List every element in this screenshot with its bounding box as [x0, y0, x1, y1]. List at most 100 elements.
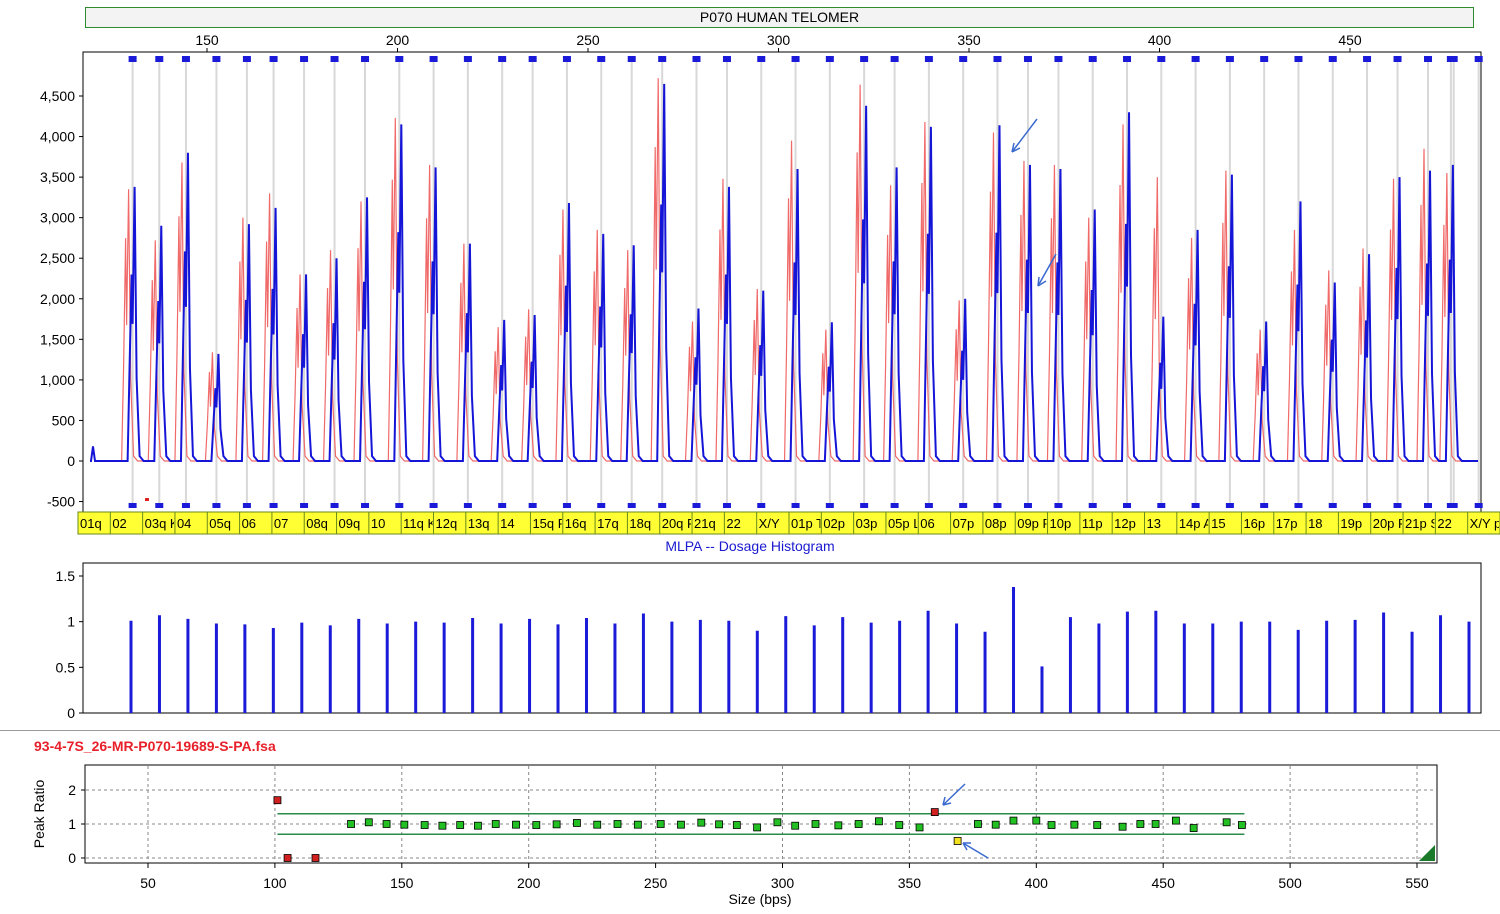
- probe-label: 12p: [1114, 516, 1136, 531]
- probe-marker-bottom: [757, 503, 766, 508]
- ratio-point: [895, 821, 904, 829]
- ratio-point: [677, 820, 685, 829]
- ratio-arrow-2: [962, 842, 989, 859]
- probe-marker-top: [757, 56, 766, 62]
- probe-marker-top: [212, 56, 221, 62]
- probe-label: 21q: [694, 516, 716, 531]
- probe-label: 13: [1147, 516, 1161, 531]
- probe-marker-bottom: [993, 503, 1002, 508]
- probe-marker-bottom: [1424, 503, 1433, 508]
- ratio-x-tick-label: 550: [1405, 875, 1429, 891]
- probe-marker-bottom: [212, 503, 221, 508]
- ratio-point: [656, 820, 665, 828]
- probe-marker-top: [1328, 56, 1337, 62]
- probe-marker-bottom: [1294, 503, 1303, 508]
- ratio-x-tick-label: 200: [517, 875, 541, 891]
- probe-marker-bottom: [890, 503, 899, 508]
- probe-marker-top: [1474, 56, 1483, 62]
- ratio-point: [311, 854, 320, 862]
- ratio-x-tick-label: 350: [898, 875, 922, 891]
- probe-label: 15q F: [532, 516, 565, 531]
- probe-marker-top: [1294, 56, 1303, 62]
- probe-marker-bottom: [1088, 503, 1097, 508]
- probe-marker-top: [1363, 56, 1372, 62]
- ratio-point: [930, 808, 939, 816]
- ratio-point: [1009, 816, 1018, 825]
- probe-label: 20q F: [662, 516, 695, 531]
- probe-marker-bottom: [692, 503, 701, 508]
- probe-marker-top: [993, 56, 1002, 62]
- probe-marker-bottom: [300, 503, 309, 508]
- x-tick-labels: 150 200 250 300 350 400 450: [195, 32, 1362, 52]
- probe-label: 13q: [468, 516, 490, 531]
- probe-marker-top: [1260, 56, 1269, 62]
- x-tick-label: 250: [576, 32, 600, 48]
- probe-marker-top: [1023, 56, 1032, 62]
- probe-marker-bottom: [1123, 503, 1132, 508]
- ratio-point: [991, 820, 1000, 829]
- y-tick-label: 2,500: [40, 250, 75, 266]
- probe-marker-bottom: [1474, 503, 1483, 508]
- ratio-y-tick-labels: 0 1 2: [68, 782, 85, 866]
- probe-label: 17p: [1276, 516, 1298, 531]
- probe-marker-top: [242, 56, 251, 62]
- probe-label: 09q: [339, 516, 361, 531]
- ratio-point: [633, 820, 642, 829]
- probe-marker-top: [181, 56, 190, 62]
- probe-marker-bottom: [1260, 503, 1269, 508]
- y-axis-label: Peak Ratio: [31, 780, 47, 849]
- probe-marker-top: [128, 56, 137, 62]
- probe-marker-bottom: [1225, 503, 1234, 508]
- probe-marker-top: [361, 56, 370, 62]
- probe-label: 05q: [209, 516, 231, 531]
- x-axis-label: Size (bps): [728, 891, 791, 907]
- ratio-point: [791, 821, 800, 830]
- annotation-arrows: [1011, 118, 1057, 287]
- ratio-x-tick-label: 400: [1025, 875, 1049, 891]
- ratio-point: [1070, 820, 1079, 829]
- ratio-point: [1032, 816, 1041, 825]
- probe-label: 03q K: [145, 516, 179, 531]
- probe-label: 14: [500, 516, 514, 531]
- y-tick-label: 3,000: [40, 210, 75, 226]
- ratio-point: [613, 820, 622, 828]
- probe-marker-top: [1123, 56, 1132, 62]
- probe-marker-bottom: [791, 503, 800, 508]
- ratio-x-tick-label: 500: [1278, 875, 1302, 891]
- y-tick-label: 2,000: [40, 291, 75, 307]
- probe-markers: [128, 56, 1483, 508]
- probe-label: 22: [726, 516, 740, 531]
- probe-marker-top: [528, 56, 537, 62]
- y-tick-label: 3,500: [40, 169, 75, 185]
- probe-marker-top: [959, 56, 968, 62]
- probe-marker-top: [1088, 56, 1097, 62]
- ratio-point: [283, 854, 292, 862]
- arrow-1: [1011, 118, 1038, 153]
- probe-marker-top: [1225, 56, 1234, 62]
- hist-y-tick-labels: 0 0.5 1 1.5: [56, 568, 83, 721]
- probe-marker-top: [1157, 56, 1166, 62]
- probe-marker-bottom: [1054, 503, 1063, 508]
- hist-frame: [82, 562, 1482, 714]
- probe-marker-bottom: [330, 503, 339, 508]
- electro-frame: [82, 51, 1482, 513]
- ratio-point: [715, 820, 723, 829]
- probe-marker-bottom: [1328, 503, 1337, 508]
- probe-label: 08q: [306, 516, 328, 531]
- probe-marker-bottom: [627, 503, 636, 508]
- probe-label: 03p: [856, 516, 878, 531]
- hist-y-tick-label: 0: [67, 705, 75, 721]
- ratio-point: [347, 820, 355, 828]
- ratio-point: [474, 821, 482, 830]
- probe-marker-bottom: [498, 503, 507, 508]
- red-marker: [145, 498, 149, 501]
- probe-marker-bottom: [128, 503, 137, 508]
- probe-marker-top: [860, 56, 869, 62]
- traces: [90, 78, 1478, 462]
- ratio-point: [364, 818, 373, 827]
- probe-marker-top: [722, 56, 731, 62]
- probe-marker-bottom: [597, 503, 606, 508]
- peak-ratio-chart: 50 100 150 200 250 300 350 400 450 500 550 0 1 2 Siz…: [31, 764, 1438, 907]
- probe-marker-top: [463, 56, 472, 62]
- ratio-point: [1171, 816, 1180, 825]
